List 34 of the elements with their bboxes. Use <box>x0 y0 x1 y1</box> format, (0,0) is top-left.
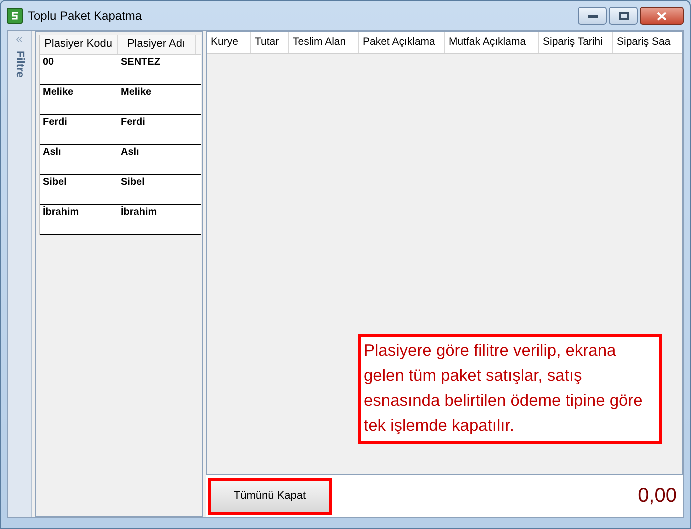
column-header[interactable]: Tutar <box>251 32 289 53</box>
table-cell[interactable]: Ferdi <box>118 115 196 144</box>
maximize-icon <box>618 12 628 20</box>
column-header[interactable]: Sipariş Saa <box>613 32 682 53</box>
window-title: Toplu Paket Kapatma <box>28 8 144 24</box>
table-cell[interactable]: Sibel <box>118 175 196 204</box>
column-header[interactable]: Plasiyer Kodu <box>40 35 118 54</box>
table-cell[interactable]: Sibel <box>40 175 118 204</box>
close-icon <box>657 12 667 20</box>
annotation-callout: Plasiyere göre filitre verilip, ekrana gelen tüm paket satışlar, satış esnasında belirtilen ödeme tipine göre tek işlemde kapatılır. <box>358 334 662 444</box>
maximize-button[interactable] <box>609 7 638 25</box>
filter-label: Filtre <box>12 51 27 78</box>
minimize-icon <box>588 14 598 18</box>
table-cell[interactable]: Ferdi <box>40 115 118 144</box>
column-header[interactable]: Mutfak Açıklama <box>445 32 539 53</box>
app-logo-icon <box>7 8 23 24</box>
column-header[interactable]: Plasiyer Adı <box>118 35 196 54</box>
column-header[interactable]: Kurye <box>207 32 251 53</box>
table-cell[interactable]: 00 <box>40 55 118 84</box>
close-button[interactable] <box>640 7 684 25</box>
column-header[interactable]: Sipariş Tarihi <box>539 32 613 53</box>
table-cell[interactable]: İbrahim <box>40 205 118 234</box>
close-all-button[interactable]: Tümünü Kapat <box>208 478 332 514</box>
total-amount: 0,00 <box>638 484 677 509</box>
column-header[interactable]: Paket Açıklama <box>359 32 445 53</box>
table-cell[interactable]: Melike <box>118 85 196 114</box>
table-cell[interactable]: Aslı <box>40 145 118 174</box>
table-cell[interactable]: Aslı <box>118 145 196 174</box>
filter-strip[interactable]: « Filtre <box>8 31 32 517</box>
table-cell[interactable]: Melike <box>40 85 118 114</box>
table-cell[interactable]: SENTEZ <box>118 55 196 84</box>
column-header[interactable]: Teslim Alan <box>289 32 359 53</box>
minimize-button[interactable] <box>578 7 607 25</box>
table-cell[interactable]: İbrahim <box>118 205 196 234</box>
